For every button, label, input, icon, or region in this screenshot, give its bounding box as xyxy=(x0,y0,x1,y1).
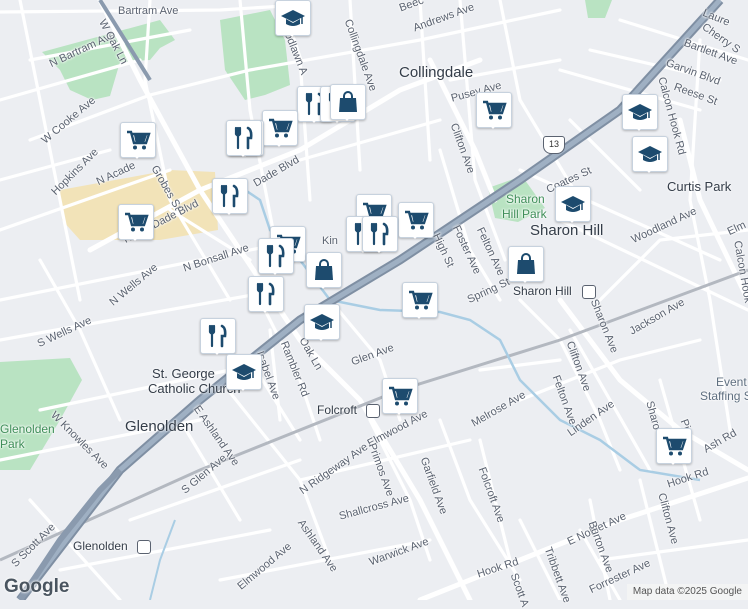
poi-marker-shopping[interactable] xyxy=(508,246,544,284)
poi-marker-school[interactable] xyxy=(304,304,340,342)
street-label: Kin xyxy=(322,235,338,247)
poi-marker-school[interactable] xyxy=(632,136,668,174)
label-eventus-2: Staffing S xyxy=(700,389,748,403)
poi-marker-school[interactable] xyxy=(226,354,262,392)
park-area xyxy=(585,0,612,18)
train-station-icon[interactable] xyxy=(582,285,596,299)
station-label-folcroft: Folcroft xyxy=(317,403,358,417)
poi-marker-school[interactable] xyxy=(275,0,311,38)
poi-marker-shopping[interactable] xyxy=(330,84,366,122)
poi-marker-restaurant[interactable] xyxy=(212,178,248,216)
poi-marker-restaurant[interactable] xyxy=(258,238,294,276)
poi-marker-grocery[interactable] xyxy=(262,110,298,148)
poi-marker-restaurant[interactable] xyxy=(226,120,262,158)
place-label-curtis-park: Curtis Park xyxy=(667,179,732,194)
park-label-glenolden-park: Park xyxy=(0,437,25,451)
train-station-icon[interactable] xyxy=(366,404,380,418)
station-label-glenolden: Glenolden xyxy=(73,539,128,553)
poi-marker-grocery[interactable] xyxy=(382,378,418,416)
train-station-icon[interactable] xyxy=(137,540,151,554)
place-label-st-george: St. George xyxy=(152,366,215,381)
place-label-collingdale: Collingdale xyxy=(399,64,474,81)
place-label-sharon-hill: Sharon Hill xyxy=(530,222,604,239)
poi-marker-grocery[interactable] xyxy=(398,202,434,240)
street-label: Bartram Ave xyxy=(118,5,179,17)
poi-marker-school[interactable] xyxy=(555,186,591,224)
park-label-hill-park: Hill Park xyxy=(502,207,547,221)
poi-marker-grocery[interactable] xyxy=(120,122,156,160)
poi-marker-grocery[interactable] xyxy=(118,204,154,242)
poi-marker-grocery[interactable] xyxy=(656,428,692,466)
google-logo: Google xyxy=(4,576,70,597)
station-label-sharon-hill: Sharon Hill xyxy=(513,284,572,298)
poi-marker-school[interactable] xyxy=(622,94,658,132)
map-attribution[interactable]: Map data ©2025 Google xyxy=(626,584,748,600)
poi-marker-grocery[interactable] xyxy=(476,92,512,130)
poi-marker-grocery[interactable] xyxy=(402,282,438,320)
label-eventus: Event xyxy=(716,375,747,389)
route-13-shield-icon: 13 xyxy=(543,136,565,154)
place-label-glenolden: Glenolden xyxy=(125,418,194,435)
poi-marker-restaurant[interactable] xyxy=(248,276,284,314)
park-label-sharon: Sharon xyxy=(506,192,545,206)
poi-marker-shopping[interactable] xyxy=(306,252,342,290)
creek xyxy=(149,519,176,600)
park-label-glenolden: Glenolden xyxy=(0,422,55,436)
poi-marker-restaurant[interactable] xyxy=(362,216,398,254)
poi-marker-restaurant[interactable] xyxy=(200,318,236,356)
